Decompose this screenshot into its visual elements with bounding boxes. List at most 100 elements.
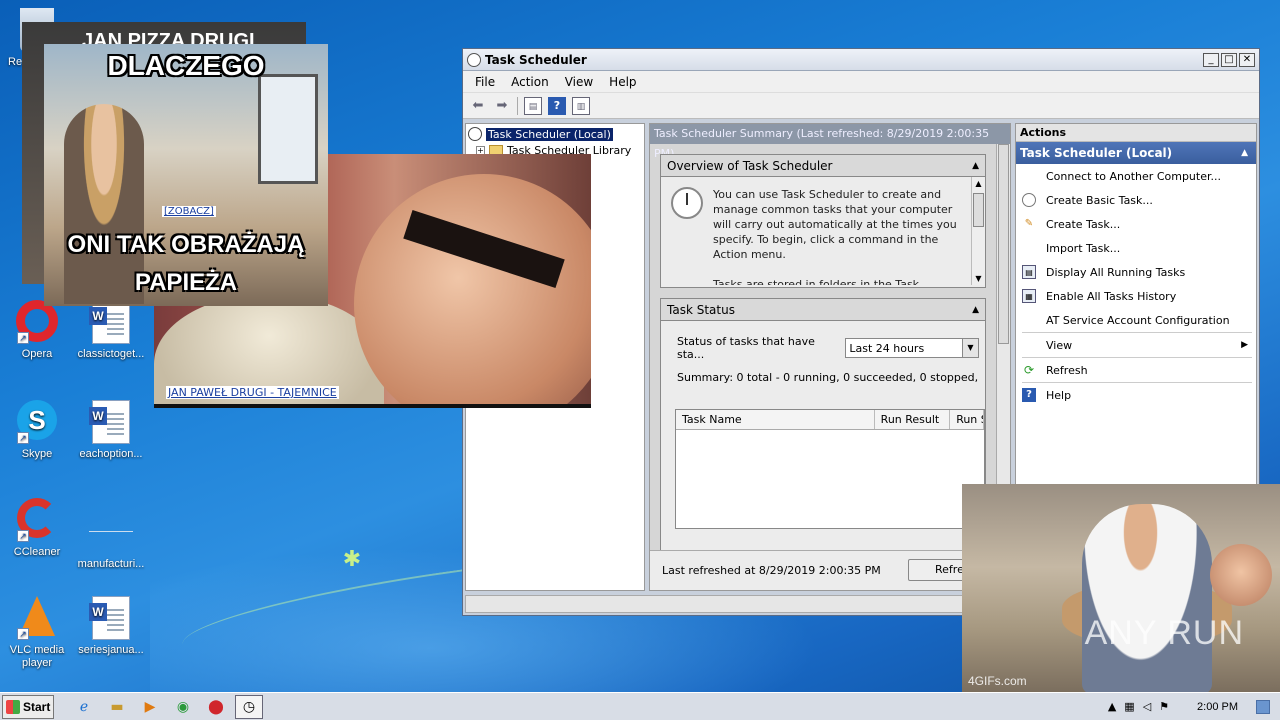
- action-enable-all-tasks-history[interactable]: ▦ Enable All Tasks History: [1016, 284, 1256, 308]
- overview-text: You can use Task Scheduler to create and…: [713, 188, 957, 261]
- start-label: Start: [23, 699, 51, 714]
- task-status-section-header[interactable]: Task Status ▲: [661, 299, 985, 321]
- menu-help[interactable]: Help: [601, 75, 644, 89]
- internet-explorer-icon[interactable]: ℯ: [70, 695, 98, 719]
- action-view[interactable]: View ▶: [1016, 333, 1256, 357]
- chrome-icon[interactable]: ◉: [169, 695, 197, 719]
- popup-ad-meme[interactable]: DLACZEGO [ZOBACZ] ONI TAK OBRAŻAJĄ PAPIE…: [44, 44, 328, 306]
- task-scheduler-taskbar-icon[interactable]: ◷: [235, 694, 263, 719]
- chevron-down-icon[interactable]: ▼: [962, 339, 978, 357]
- action-label: Display All Running Tasks: [1046, 265, 1186, 279]
- word-document-icon: W: [89, 400, 133, 444]
- task-status-section: Task Status ▲ Status of tasks that have …: [660, 298, 986, 558]
- action-center-flag-icon[interactable]: ⚑: [1159, 700, 1169, 713]
- running-tasks-icon: ▤: [1022, 265, 1036, 279]
- collapse-icon[interactable]: ▲: [972, 299, 979, 321]
- menu-file[interactable]: File: [467, 75, 503, 89]
- ad-image-figure: [354, 174, 591, 404]
- opera-icon[interactable]: ⬤: [202, 695, 230, 719]
- basic-task-icon: [1022, 193, 1036, 207]
- help-icon: ?: [1022, 388, 1036, 402]
- desktop-icon-label: seriesjanua...: [78, 644, 144, 656]
- desktop-icon-ccleaner[interactable]: ↗ CCleaner: [0, 498, 74, 559]
- status-period-select[interactable]: Last 24 hours ▼: [845, 338, 979, 358]
- popup-ad-gif[interactable]: ANY RUN 4GIFs.com: [962, 484, 1280, 692]
- summary-pane: Task Scheduler Summary (Last refreshed: …: [649, 123, 1011, 591]
- desktop-icon-eachoption[interactable]: W eachoption...: [74, 400, 148, 461]
- network-icon[interactable]: ▦: [1124, 700, 1134, 713]
- action-label: Help: [1046, 388, 1072, 402]
- scroll-thumb[interactable]: [973, 193, 984, 227]
- ad-image-face: [1210, 544, 1272, 606]
- desktop-icon-skype[interactable]: S ↗ Skype: [0, 400, 74, 461]
- desktop-icon-manufacturi[interactable]: manufacturi...: [74, 498, 148, 571]
- ad-image-monitor: [258, 74, 318, 184]
- desktop-icon-opera[interactable]: ↗ Opera: [0, 300, 74, 361]
- desktop-icon-vlc[interactable]: ↗ VLC media player: [0, 596, 74, 670]
- show-hide-console-tree-icon[interactable]: ▤: [524, 96, 542, 115]
- forward-arrow-icon[interactable]: ➡: [493, 97, 511, 115]
- column-header-run-start[interactable]: Run S: [950, 410, 984, 429]
- overview-text-2: Tasks are stored in folders in the Task: [713, 278, 920, 285]
- ad-zobacz-link[interactable]: [ZOBACZ]: [162, 206, 216, 217]
- actions-group-header[interactable]: Task Scheduler (Local) ▲: [1016, 142, 1256, 164]
- action-create-basic-task[interactable]: Create Basic Task...: [1016, 188, 1256, 212]
- show-hidden-icons-icon[interactable]: ▲: [1108, 700, 1116, 713]
- media-player-icon[interactable]: ▶: [136, 695, 164, 719]
- overview-scrollbar[interactable]: ▲ ▼: [971, 177, 985, 285]
- task-status-title: Task Status: [667, 303, 735, 317]
- actions-group-title: Task Scheduler (Local): [1020, 146, 1173, 160]
- close-button[interactable]: ✕: [1239, 52, 1255, 67]
- column-header-run-result[interactable]: Run Result: [875, 410, 951, 429]
- scroll-thumb[interactable]: [998, 144, 1009, 344]
- status-filter-label: Status of tasks that have sta...: [677, 335, 815, 361]
- action-label: Enable All Tasks History: [1046, 289, 1177, 303]
- show-desktop-button[interactable]: [1256, 699, 1270, 714]
- action-create-task[interactable]: ✎ Create Task...: [1016, 212, 1256, 236]
- vlc-cone-icon: ↗: [15, 596, 59, 640]
- desktop-icon-seriesjanua[interactable]: W seriesjanua...: [74, 596, 148, 657]
- skype-icon: S ↗: [15, 400, 59, 444]
- show-hide-action-pane-icon[interactable]: ▥: [572, 96, 590, 115]
- maximize-button[interactable]: □: [1221, 52, 1237, 67]
- ad-meme-bottom-text: ONI TAK OBRAŻAJĄ PAPIEŻA: [67, 231, 305, 296]
- desktop-icon-label: VLC media player: [9, 644, 65, 669]
- minimize-button[interactable]: _: [1203, 52, 1219, 67]
- scroll-up-icon[interactable]: ▲: [972, 177, 985, 190]
- ad-caption-link[interactable]: JAN PAWEŁ DRUGI - TAJEMNICE: [166, 386, 339, 399]
- action-help[interactable]: ? Help: [1016, 383, 1256, 407]
- blank-file-icon: [89, 510, 133, 554]
- collapse-icon[interactable]: ▲: [972, 155, 979, 177]
- volume-icon[interactable]: ◁: [1143, 700, 1151, 713]
- status-summary: Summary: 0 total - 0 running, 0 succeede…: [677, 371, 979, 384]
- back-arrow-icon[interactable]: ⬅: [469, 97, 487, 115]
- file-explorer-icon[interactable]: ▬: [103, 695, 131, 719]
- desktop-icon-classictoget[interactable]: W classictoget...: [74, 300, 148, 361]
- action-connect-to-another-computer[interactable]: Connect to Another Computer...: [1016, 164, 1256, 188]
- desktop-icon-label: Opera: [21, 348, 53, 360]
- window-title: Task Scheduler: [485, 52, 587, 67]
- column-header-task-name[interactable]: Task Name: [676, 410, 875, 429]
- toolbar: ⬅ ➡ ▤ ? ▥: [463, 93, 1259, 119]
- action-display-all-running-tasks[interactable]: ▤ Display All Running Tasks: [1016, 260, 1256, 284]
- gif-source-watermark: 4GIFs.com: [968, 674, 1027, 688]
- scroll-down-icon[interactable]: ▼: [972, 272, 985, 285]
- window-titlebar[interactable]: Task Scheduler _ □ ✕: [463, 49, 1259, 71]
- tree-item-task-scheduler-local[interactable]: Task Scheduler (Local): [468, 126, 642, 142]
- menu-view[interactable]: View: [557, 75, 601, 89]
- start-button[interactable]: Start: [2, 694, 54, 719]
- summary-footer: Last refreshed at 8/29/2019 2:00:35 PM R…: [650, 550, 1010, 590]
- menu-bar: File Action View Help: [463, 71, 1259, 93]
- taskbar-clock[interactable]: 2:00 PM: [1197, 701, 1238, 713]
- menu-action[interactable]: Action: [503, 75, 557, 89]
- help-icon[interactable]: ?: [548, 96, 566, 115]
- submenu-arrow-icon: ▶: [1241, 340, 1248, 350]
- shortcut-arrow-icon: ↗: [17, 432, 29, 444]
- system-tray: ▲ ▦ ◁ ⚑ 2:00 PM: [1108, 699, 1280, 714]
- overview-section-header[interactable]: Overview of Task Scheduler ▲: [661, 155, 985, 177]
- action-at-service-account-configuration[interactable]: AT Service Account Configuration: [1016, 308, 1256, 332]
- overview-body: You can use Task Scheduler to create and…: [661, 177, 985, 285]
- action-refresh[interactable]: ⟳ Refresh: [1016, 358, 1256, 382]
- action-import-task[interactable]: Import Task...: [1016, 236, 1256, 260]
- collapse-icon[interactable]: ▲: [1241, 142, 1248, 164]
